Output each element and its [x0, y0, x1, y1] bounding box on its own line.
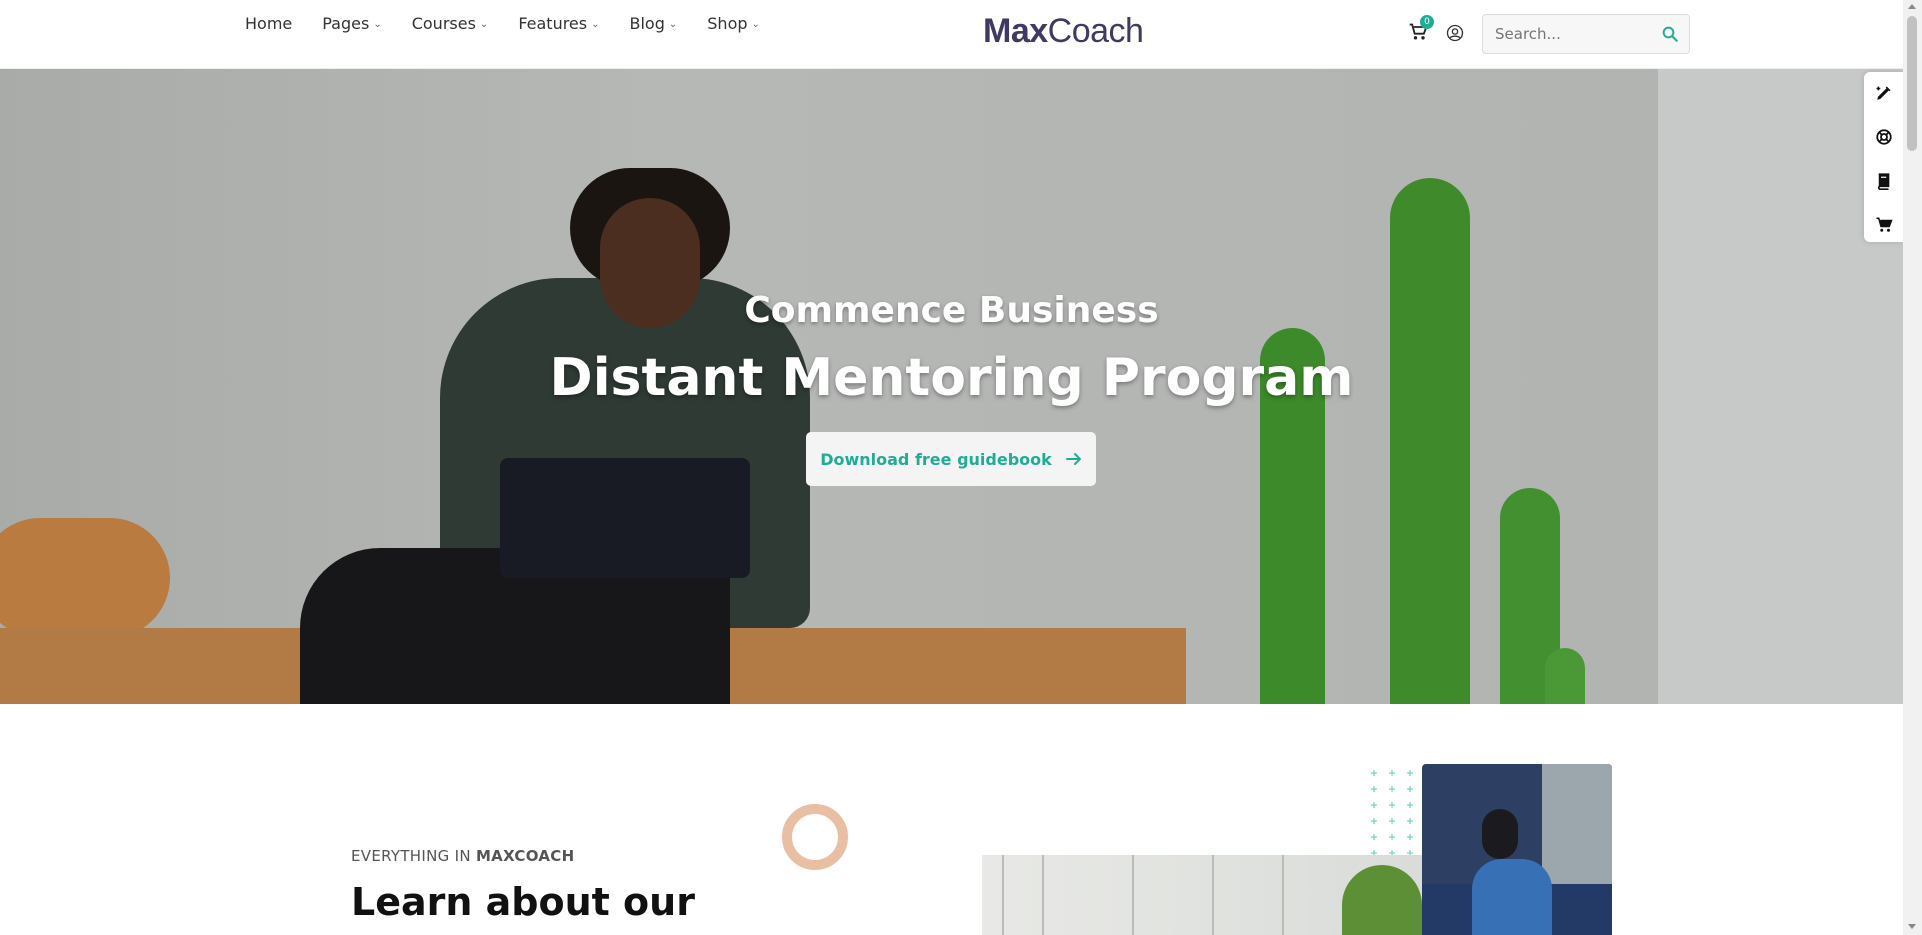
page-scrollbar[interactable] [1903, 0, 1922, 935]
search-icon[interactable] [1661, 25, 1679, 43]
woman-laptop-image [1422, 764, 1612, 935]
side-toolbar [1864, 72, 1904, 242]
office-image [982, 855, 1422, 935]
book-icon[interactable] [1875, 172, 1893, 190]
hero-subtitle: Commence Business [744, 290, 1159, 331]
cart-count-badge: 0 [1420, 15, 1434, 29]
image-detail [1282, 855, 1284, 935]
hero-cactus [1545, 648, 1585, 704]
scrollbar-thumb[interactable] [1907, 16, 1917, 151]
image-detail [1472, 859, 1552, 935]
button-label: Download free guidebook [820, 449, 1052, 469]
nav-item-label: Home [245, 14, 293, 33]
hero-sofa-bolster [0, 518, 170, 638]
section-title: Learn about our [351, 880, 695, 924]
nav-item-label: Features [518, 14, 588, 33]
chevron-down-icon: ⌄ [591, 18, 600, 30]
image-detail [1482, 809, 1518, 859]
image-detail [1212, 855, 1214, 935]
image-detail [1002, 855, 1004, 935]
decorative-dots [1371, 770, 1413, 856]
hero-banner: Commence Business Distant Mentoring Prog… [0, 68, 1903, 704]
hero-cactus [1390, 178, 1470, 704]
edit-icon[interactable] [1875, 84, 1893, 102]
nav-item-home[interactable]: Home [245, 14, 292, 33]
nav-item-label: Shop [707, 14, 748, 33]
chevron-down-icon: ⌄ [751, 18, 760, 30]
decorative-ring [782, 804, 848, 870]
nav-item-label: Courses [411, 14, 476, 33]
site-header: Home Pages ⌄ Courses ⌄ Features ⌄ Blog ⌄… [0, 0, 1903, 69]
nav-item-shop[interactable]: Shop ⌄ [707, 14, 760, 33]
image-detail [1132, 855, 1134, 935]
image-detail [1342, 865, 1422, 935]
chevron-down-icon: ⌄ [373, 18, 382, 30]
hero-title: Distant Mentoring Program [549, 348, 1354, 408]
site-logo[interactable]: MaxCoach [983, 12, 1144, 51]
scroll-down-arrow-icon[interactable] [1908, 924, 1916, 929]
nav-item-label: Pages [322, 14, 370, 33]
logo-bold: Max [983, 12, 1048, 50]
nav-item-courses[interactable]: Courses ⌄ [412, 14, 489, 33]
chevron-down-icon: ⌄ [479, 18, 489, 30]
search-box [1482, 14, 1690, 54]
cart-icon[interactable] [1875, 216, 1893, 234]
arrow-right-icon [1065, 453, 1081, 465]
nav-item-pages[interactable]: Pages ⌄ [322, 14, 381, 33]
nav-item-features[interactable]: Features ⌄ [518, 14, 599, 33]
nav-item-label: Blog [629, 14, 665, 33]
chevron-down-icon: ⌄ [668, 18, 678, 30]
search-input[interactable] [1493, 15, 1657, 53]
hero-laptop [500, 458, 750, 578]
scroll-up-arrow-icon[interactable] [1908, 4, 1916, 9]
download-guidebook-button[interactable]: Download free guidebook [806, 432, 1096, 486]
nav-item-blog[interactable]: Blog ⌄ [630, 14, 678, 33]
user-icon[interactable] [1446, 24, 1464, 42]
eyebrow-brand: MAXCOACH [475, 847, 575, 865]
lifebuoy-icon[interactable] [1875, 128, 1893, 146]
main-nav: Home Pages ⌄ Courses ⌄ Features ⌄ Blog ⌄… [245, 14, 760, 33]
eyebrow-prefix: EVERYTHING IN [351, 847, 471, 865]
logo-light: Coach [1047, 12, 1144, 50]
section-eyebrow: EVERYTHING IN MAXCOACH [351, 847, 574, 865]
image-detail [1042, 855, 1044, 935]
